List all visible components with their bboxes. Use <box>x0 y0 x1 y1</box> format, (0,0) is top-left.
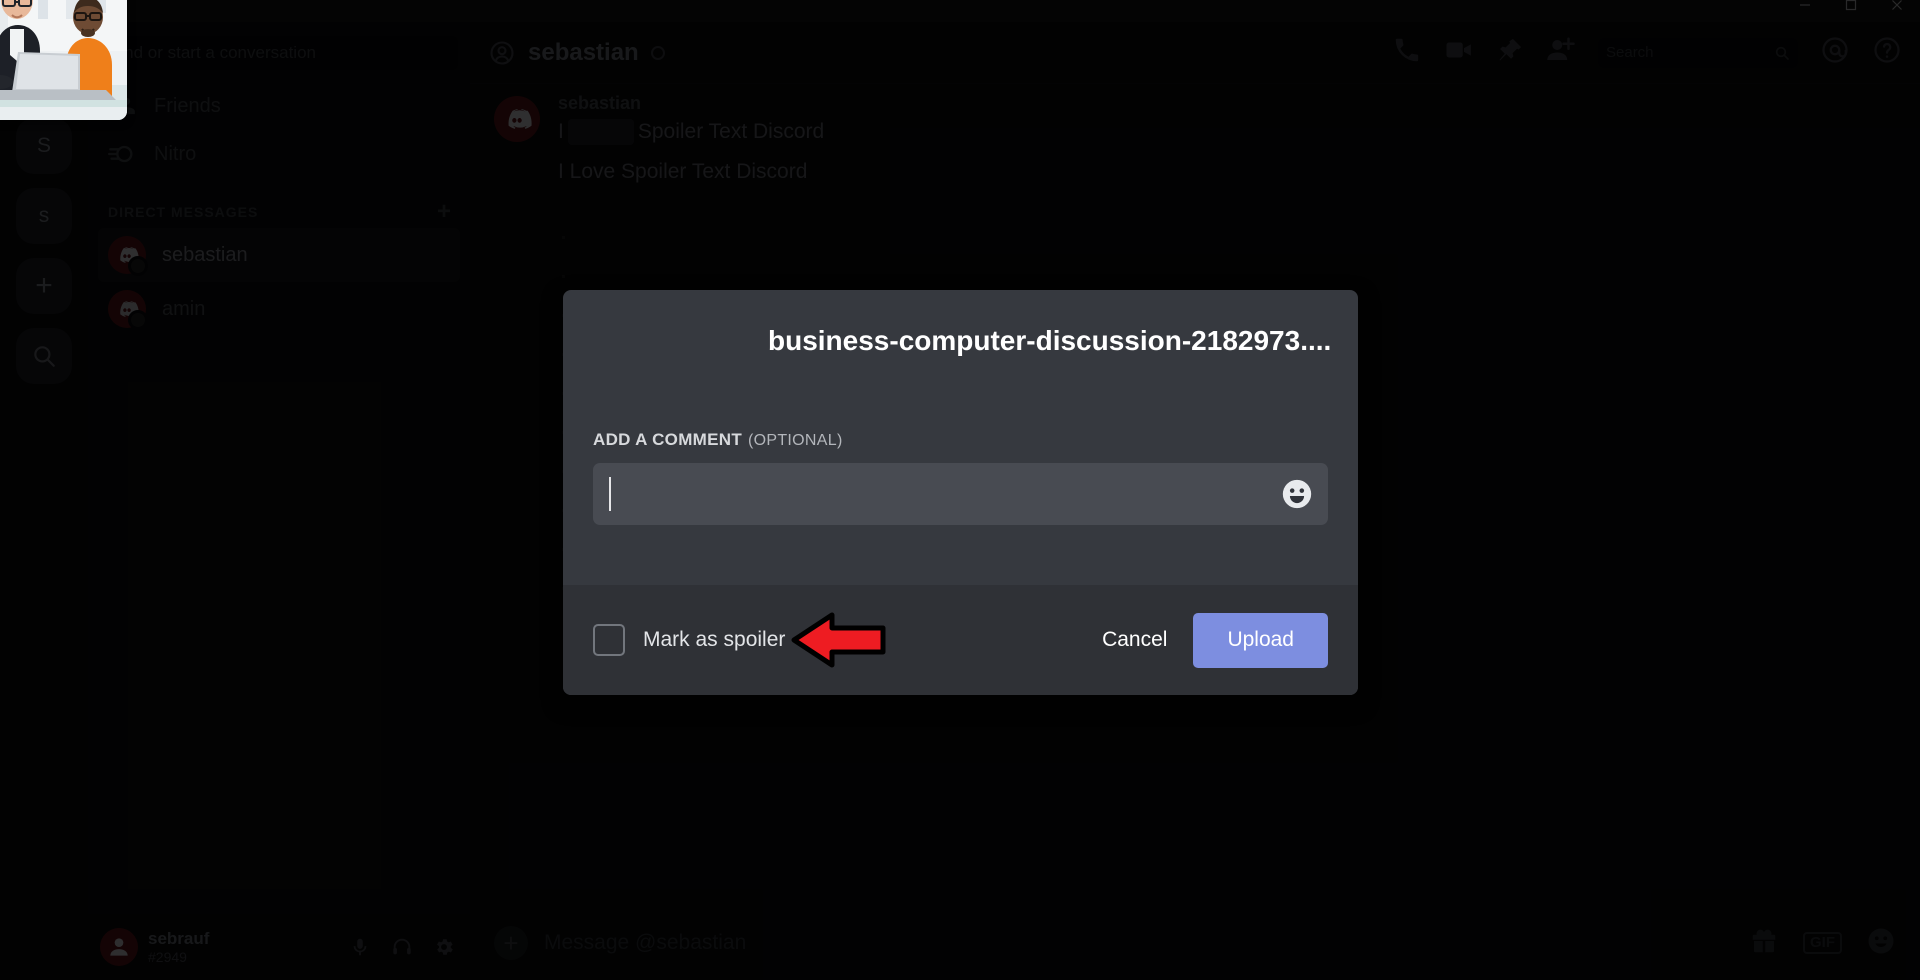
emoji-icon <box>1282 479 1312 509</box>
modal-body: ADD A COMMENT (OPTIONAL) <box>563 430 1358 525</box>
upload-button[interactable]: Upload <box>1193 612 1328 668</box>
comment-optional-text: (OPTIONAL) <box>748 432 843 449</box>
thumbnail-image <box>0 0 127 120</box>
emoji-picker-button[interactable] <box>1280 477 1314 511</box>
cancel-button[interactable]: Cancel <box>1076 628 1193 652</box>
upload-filename: business-computer-discussion-2182973.... <box>768 325 1332 356</box>
annotation-arrow <box>788 609 888 676</box>
modal-footer: Mark as spoiler Cancel Upload <box>563 585 1358 695</box>
spoiler-checkbox[interactable] <box>593 624 625 656</box>
upload-thumbnail <box>0 0 127 120</box>
left-arrow-icon <box>791 612 886 668</box>
comment-label-text: ADD A COMMENT <box>593 430 743 449</box>
comment-label: ADD A COMMENT (OPTIONAL) <box>593 430 1328 450</box>
discord-app-window: DISCORD S s + <box>0 0 1920 980</box>
text-caret <box>609 477 611 511</box>
mark-as-spoiler-control[interactable]: Mark as spoiler <box>593 624 785 656</box>
upload-file-modal: business-computer-discussion-2182973....… <box>563 290 1358 695</box>
spoiler-label: Mark as spoiler <box>643 628 786 651</box>
comment-input[interactable] <box>593 463 1328 525</box>
